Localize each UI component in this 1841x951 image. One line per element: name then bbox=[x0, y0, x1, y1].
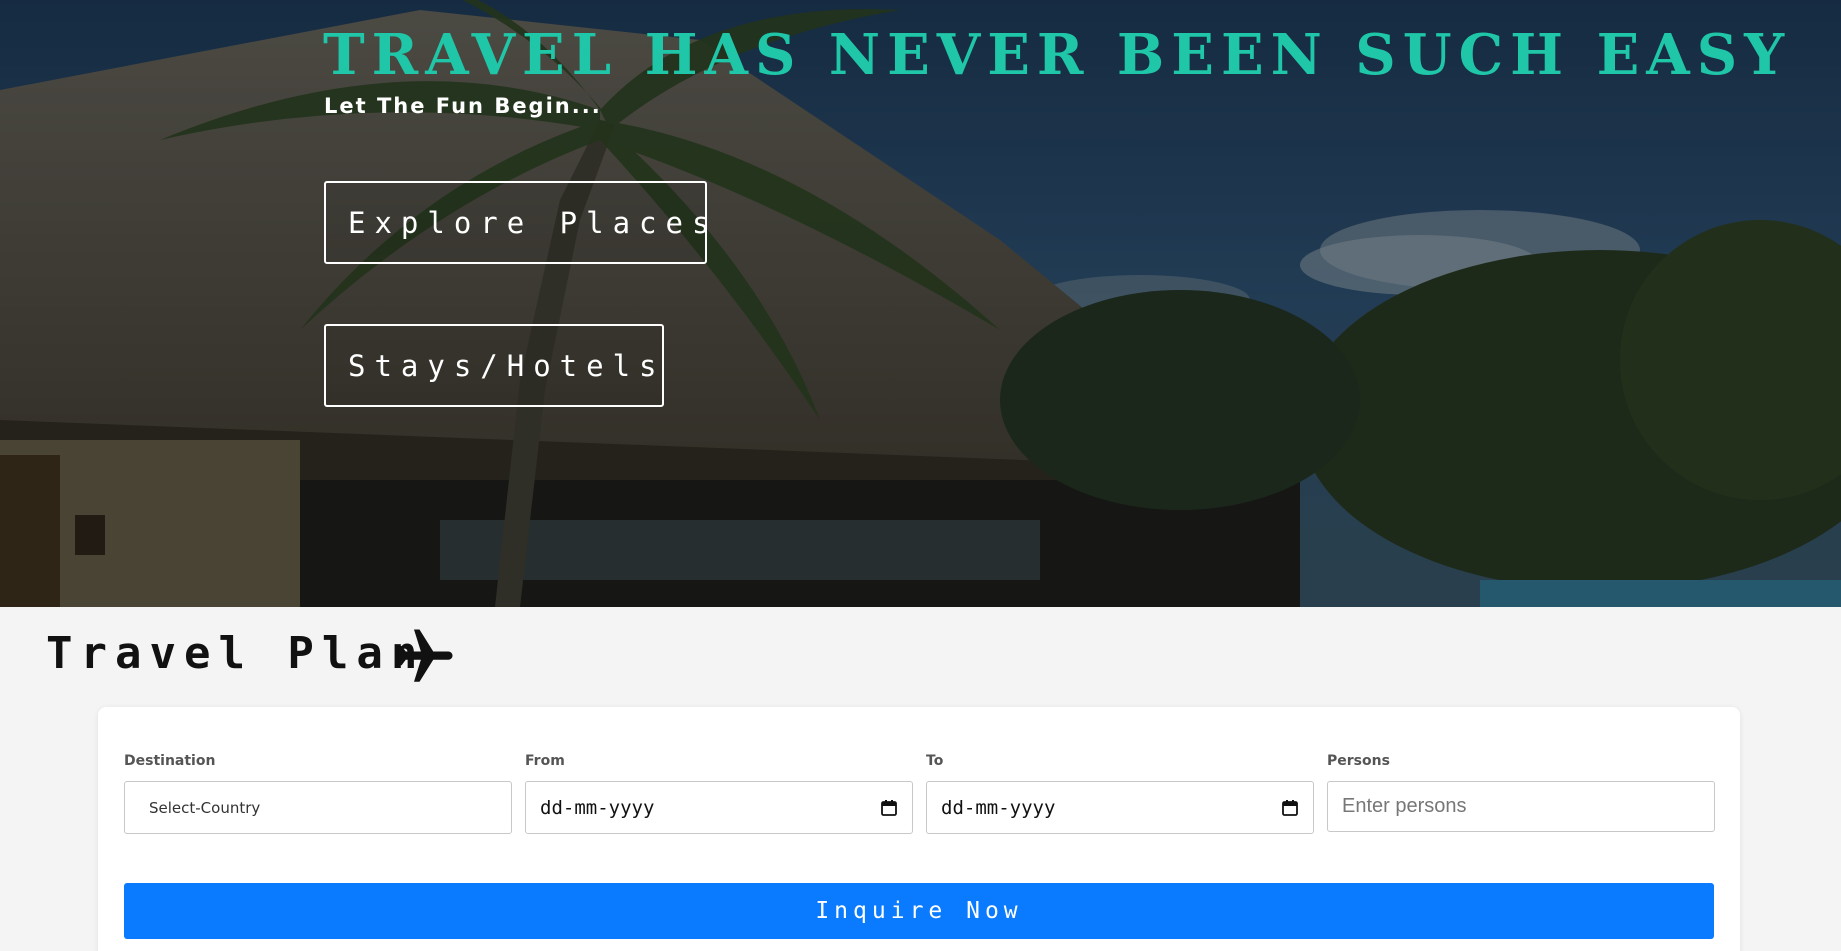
airplane-icon bbox=[397, 629, 453, 682]
hero-overlay bbox=[0, 0, 1841, 607]
to-label: To bbox=[926, 753, 944, 769]
persons-input[interactable]: Enter persons bbox=[1327, 781, 1715, 832]
from-date-input[interactable]: dd-mm-yyyy bbox=[525, 781, 913, 834]
calendar-icon[interactable] bbox=[1281, 799, 1299, 817]
hero-title: TRAVEL HAS NEVER BEEN SUCH EASY bbox=[323, 22, 1792, 88]
destination-select-value: Select-Country bbox=[149, 798, 261, 817]
explore-places-button[interactable]: Explore Places bbox=[324, 181, 709, 264]
inquire-now-button[interactable]: Inquire Now bbox=[124, 883, 1714, 939]
destination-select[interactable]: Select-Country bbox=[124, 781, 512, 834]
persons-placeholder: Enter persons bbox=[1342, 795, 1467, 817]
hero-subtitle: Let The Fun Begin... bbox=[324, 94, 602, 118]
from-date-value: dd-mm-yyyy bbox=[540, 796, 655, 819]
travel-plan-title: Travel Plan bbox=[46, 628, 426, 679]
destination-label: Destination bbox=[124, 753, 216, 769]
to-date-value: dd-mm-yyyy bbox=[941, 796, 1056, 819]
from-label: From bbox=[525, 753, 565, 769]
persons-label: Persons bbox=[1327, 753, 1390, 769]
hero-section: TRAVEL HAS NEVER BEEN SUCH EASY Let The … bbox=[0, 0, 1841, 607]
to-date-input[interactable]: dd-mm-yyyy bbox=[926, 781, 1314, 834]
stays-hotels-button[interactable]: Stays/Hotels bbox=[324, 324, 664, 407]
calendar-icon[interactable] bbox=[880, 799, 898, 817]
